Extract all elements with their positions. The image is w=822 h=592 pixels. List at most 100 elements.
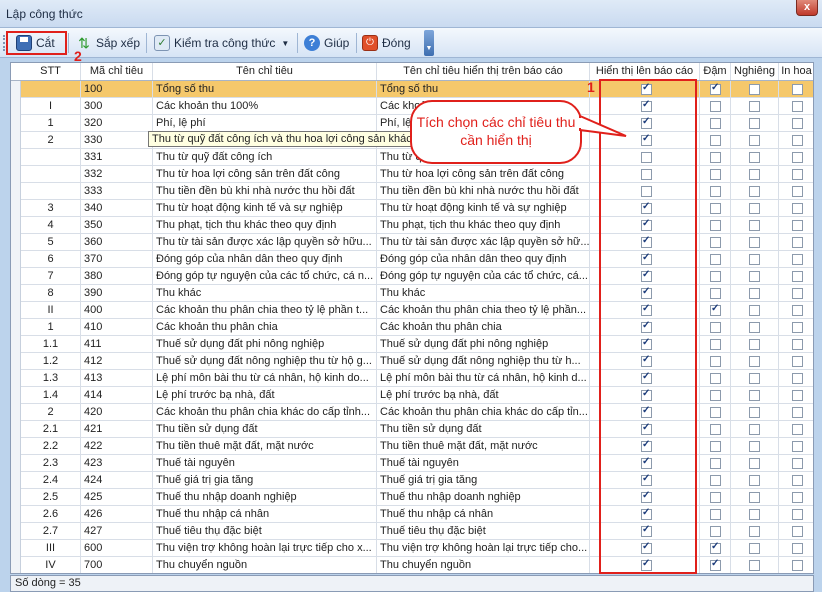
cell-name[interactable]: Thuế giá trị gia tăng (153, 472, 377, 489)
upper-checkbox[interactable] (792, 186, 803, 197)
upper-checkbox[interactable] (792, 441, 803, 452)
cell-stt[interactable]: 1.3 (21, 370, 81, 387)
cell-code[interactable]: 412 (81, 353, 153, 370)
table-row[interactable]: 4 350 Thu phạt, tịch thu khác theo quy địn… (11, 217, 813, 234)
table-row[interactable]: 100 Tổng số thu Tổng số thu (11, 81, 813, 98)
italic-checkbox[interactable] (749, 560, 760, 571)
cell-name[interactable]: Thu viện trợ không hoàn lại trực tiếp ch… (153, 540, 377, 557)
upper-checkbox[interactable] (792, 543, 803, 554)
cell-report[interactable]: Thu chuyển nguồn (377, 557, 590, 573)
cell-code[interactable]: 421 (81, 421, 153, 438)
upper-checkbox[interactable] (792, 135, 803, 146)
row-selector[interactable] (11, 81, 21, 98)
cell-name[interactable]: Thuế thu nhập cá nhân (153, 506, 377, 523)
cell-name[interactable]: Thu từ quỹ đất công ích (153, 149, 377, 166)
cell-report[interactable]: Thuế tiêu thụ đặc biệt (377, 523, 590, 540)
show-checkbox[interactable] (641, 133, 652, 146)
cell-stt[interactable]: IV (21, 557, 81, 573)
row-selector[interactable] (11, 336, 21, 353)
show-checkbox[interactable] (641, 405, 652, 418)
upper-checkbox[interactable] (792, 339, 803, 350)
col-header-report-name[interactable]: Tên chỉ tiêu hiển thị trên báo cáo (377, 63, 590, 80)
table-row[interactable]: 2.2 422 Thu tiền thuê mặt đất, mặt nước Thu… (11, 438, 813, 455)
cell-code[interactable]: 331 (81, 149, 153, 166)
bold-checkbox[interactable] (710, 237, 721, 248)
show-checkbox[interactable] (641, 558, 652, 571)
cell-code[interactable]: 700 (81, 557, 153, 573)
italic-checkbox[interactable] (749, 492, 760, 503)
upper-checkbox[interactable] (792, 203, 803, 214)
table-row[interactable]: 2.5 425 Thuế thu nhập doanh nghiệp Thuế thu… (11, 489, 813, 506)
cell-code[interactable]: 100 (81, 81, 153, 98)
row-selector[interactable] (11, 132, 21, 149)
cell-stt[interactable]: 1.2 (21, 353, 81, 370)
upper-checkbox[interactable] (792, 373, 803, 384)
cell-report[interactable]: Các khoản thu phân chia theo tỷ lệ phần.… (377, 302, 590, 319)
upper-checkbox[interactable] (792, 390, 803, 401)
italic-checkbox[interactable] (749, 441, 760, 452)
row-selector[interactable] (11, 353, 21, 370)
cell-code[interactable]: 414 (81, 387, 153, 404)
cell-name[interactable]: Thu từ hoạt động kinh tế và sự nghiệp (153, 200, 377, 217)
cell-report[interactable]: Lệ phí trước bạ nhà, đất (377, 387, 590, 404)
cell-report[interactable]: Thu khác (377, 285, 590, 302)
show-checkbox[interactable] (641, 252, 652, 265)
upper-checkbox[interactable] (792, 101, 803, 112)
cell-name[interactable]: Các khoản thu phân chia theo tỷ lệ phần … (153, 302, 377, 319)
italic-checkbox[interactable] (749, 543, 760, 554)
cell-report[interactable]: Thu từ tài sản được xác lập quyền sở hữ.… (377, 234, 590, 251)
upper-checkbox[interactable] (792, 220, 803, 231)
bold-checkbox[interactable] (710, 322, 721, 333)
cell-name[interactable]: Thuế tài nguyên (153, 455, 377, 472)
show-checkbox[interactable] (641, 456, 652, 469)
cell-code[interactable]: 332 (81, 166, 153, 183)
show-checkbox[interactable] (641, 439, 652, 452)
table-row[interactable]: 3 340 Thu từ hoạt động kinh tế và sự nghiệ… (11, 200, 813, 217)
close-button[interactable]: ⏻ Đóng (358, 31, 415, 55)
italic-checkbox[interactable] (749, 288, 760, 299)
italic-checkbox[interactable] (749, 101, 760, 112)
cell-name[interactable]: Lệ phí môn bài thu từ cá nhân, hộ kinh d… (153, 370, 377, 387)
col-header-name[interactable]: Tên chỉ tiêu (153, 63, 377, 80)
bold-checkbox[interactable] (710, 373, 721, 384)
cell-code[interactable]: 425 (81, 489, 153, 506)
cell-code[interactable]: 420 (81, 404, 153, 421)
row-selector[interactable] (11, 523, 21, 540)
italic-checkbox[interactable] (749, 186, 760, 197)
italic-checkbox[interactable] (749, 322, 760, 333)
table-row[interactable]: 2.4 424 Thuế giá trị gia tăng Thuế giá trị … (11, 472, 813, 489)
bold-checkbox[interactable] (710, 475, 721, 486)
cell-stt[interactable]: 2.7 (21, 523, 81, 540)
cell-report[interactable]: Đóng góp tự nguyện của các tổ chức, cá..… (377, 268, 590, 285)
show-checkbox[interactable] (641, 320, 652, 333)
cell-stt[interactable]: 8 (21, 285, 81, 302)
show-checkbox[interactable] (641, 473, 652, 486)
row-selector[interactable] (11, 268, 21, 285)
cell-stt[interactable]: 6 (21, 251, 81, 268)
table-row[interactable]: 1.2 412 Thuế sử dụng đất nông nghiệp thu t… (11, 353, 813, 370)
cell-code[interactable]: 360 (81, 234, 153, 251)
cell-name[interactable]: Thu tiền đền bù khi nhà nước thu hồi đất (153, 183, 377, 200)
italic-checkbox[interactable] (749, 526, 760, 537)
cell-code[interactable]: 427 (81, 523, 153, 540)
cell-code[interactable]: 370 (81, 251, 153, 268)
italic-checkbox[interactable] (749, 390, 760, 401)
bold-checkbox[interactable] (710, 135, 721, 146)
upper-checkbox[interactable] (792, 458, 803, 469)
table-row[interactable]: 2 420 Các khoản thu phân chia khác do cấp … (11, 404, 813, 421)
cell-stt[interactable]: 1 (21, 319, 81, 336)
cell-report[interactable]: Thuế giá trị gia tăng (377, 472, 590, 489)
cell-code[interactable]: 426 (81, 506, 153, 523)
cell-name[interactable]: Thu từ tài sản được xác lập quyền sở hữu… (153, 234, 377, 251)
table-row[interactable]: 8 390 Thu khác Thu khác (11, 285, 813, 302)
check-formula-button[interactable]: ✓ Kiểm tra công thức ▼ (150, 31, 293, 55)
cell-stt[interactable]: 5 (21, 234, 81, 251)
row-selector[interactable] (11, 234, 21, 251)
cell-stt[interactable]: 2.2 (21, 438, 81, 455)
upper-checkbox[interactable] (792, 254, 803, 265)
italic-checkbox[interactable] (749, 305, 760, 316)
italic-checkbox[interactable] (749, 407, 760, 418)
bold-checkbox[interactable] (710, 271, 721, 282)
cell-stt[interactable]: III (21, 540, 81, 557)
cell-report[interactable]: Thu tiền thuê mặt đất, mặt nước (377, 438, 590, 455)
